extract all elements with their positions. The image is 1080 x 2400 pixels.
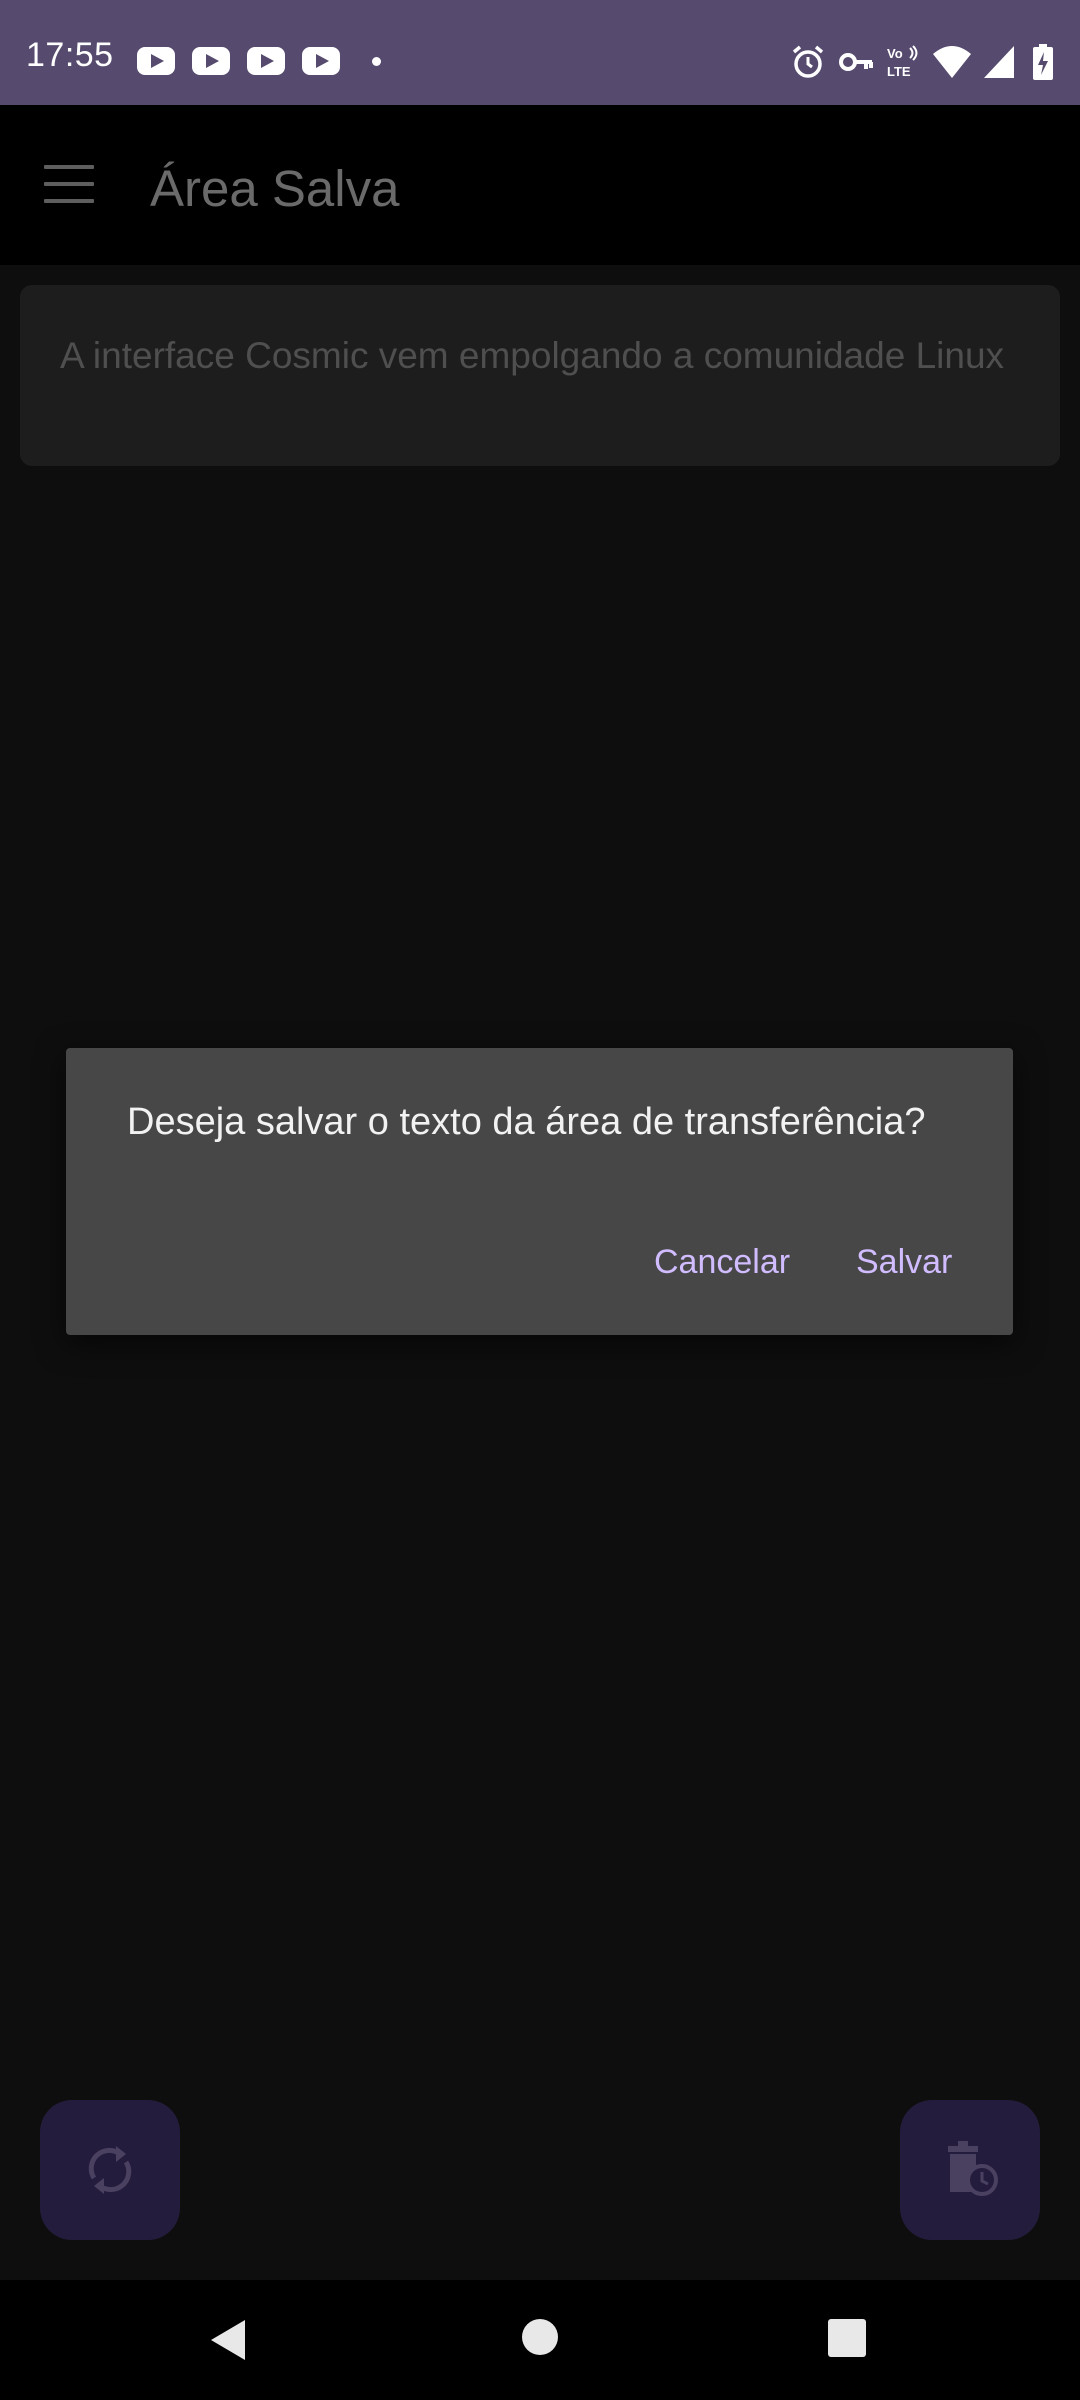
save-button[interactable]: Salvar <box>856 1243 952 1282</box>
more-dot-icon <box>372 57 381 66</box>
status-bar: 17:55 Vo LTE <box>0 0 1080 105</box>
app-bar: Área Salva <box>0 105 1080 265</box>
status-time: 17:55 <box>26 36 114 74</box>
sync-icon <box>88 2146 132 2194</box>
delete-history-icon <box>948 2141 998 2196</box>
saved-text-card[interactable]: A interface Cosmic vem empolgando a comu… <box>20 285 1060 466</box>
recents-icon[interactable] <box>827 2318 867 2358</box>
cancel-button[interactable]: Cancelar <box>654 1243 790 1282</box>
volte-lte-icon: Vo LTE <box>887 45 918 79</box>
vpn-key-icon <box>839 53 873 71</box>
youtube-icon <box>302 47 340 75</box>
sync-button[interactable] <box>40 2100 180 2240</box>
youtube-icon <box>192 47 230 75</box>
menu-icon[interactable] <box>44 165 94 203</box>
svg-text:Vo: Vo <box>887 46 903 61</box>
dialog-message: Deseja salvar o texto da área de transfe… <box>127 1101 926 1143</box>
signal-icon <box>984 46 1014 78</box>
battery-charging-icon <box>1033 44 1053 80</box>
svg-text:LTE: LTE <box>887 64 911 79</box>
youtube-icon <box>137 47 175 75</box>
wifi-icon <box>933 46 971 78</box>
page-title: Área Salva <box>150 160 400 217</box>
navigation-bar <box>0 2280 1080 2400</box>
save-clipboard-dialog: Deseja salvar o texto da área de transfe… <box>66 1048 1013 1335</box>
delete-history-button[interactable] <box>900 2100 1040 2240</box>
back-icon[interactable] <box>205 2315 255 2365</box>
home-icon[interactable] <box>520 2317 560 2357</box>
alarm-icon <box>792 45 824 78</box>
youtube-icon <box>247 47 285 75</box>
saved-text: A interface Cosmic vem empolgando a comu… <box>60 335 1005 376</box>
